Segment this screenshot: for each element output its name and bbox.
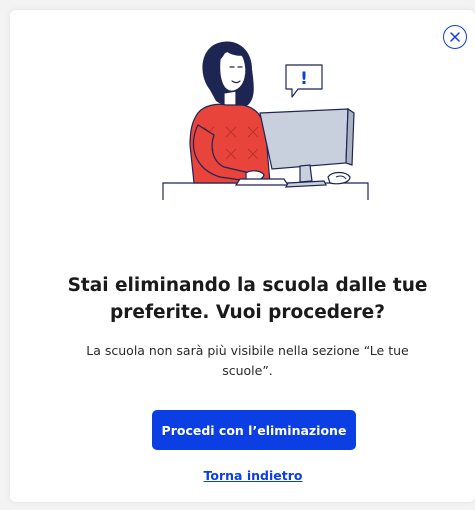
back-link[interactable]: Torna indietro [150, 468, 356, 483]
person-at-computer-illustration: ! [162, 41, 369, 200]
close-button[interactable] [443, 25, 467, 49]
delete-school-dialog: ! Stai eliminando la scuola dalle tue pr… [10, 10, 475, 502]
dialog-title: Stai eliminando la scuola dalle tue pref… [67, 275, 428, 323]
close-icon [450, 32, 460, 42]
dialog-message: La scuola non sarà più visibile nella se… [86, 343, 409, 378]
confirm-delete-button[interactable]: Procedi con l’eliminazione [152, 410, 356, 450]
alert-mark: ! [300, 69, 308, 89]
